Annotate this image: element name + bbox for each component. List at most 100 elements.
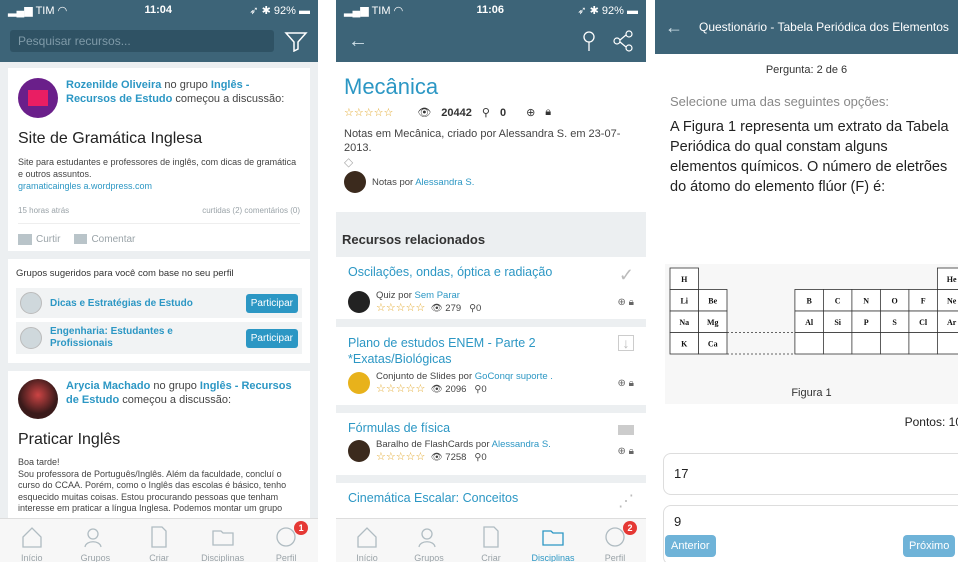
discussion-card[interactable]: Rozenilde Oliveira no grupo Inglês - Rec… bbox=[8, 68, 310, 252]
tab-criar[interactable]: Criar bbox=[131, 525, 187, 562]
tab-disciplinas[interactable]: Disciplinas bbox=[195, 525, 251, 562]
element-symbol: F bbox=[921, 296, 926, 305]
element-symbol: S bbox=[892, 318, 897, 327]
clock-label: 11:06 bbox=[476, 4, 505, 16]
resource-description: Notas em Mecânica, criado por Alessandra… bbox=[344, 128, 621, 154]
element-cell bbox=[851, 332, 881, 355]
avatar[interactable] bbox=[344, 171, 366, 193]
related-item[interactable]: Fórmulas de física Baralho de FlashCards… bbox=[336, 413, 646, 475]
post-meta-suffix: começou a discussão: bbox=[119, 394, 232, 407]
share-icon[interactable] bbox=[612, 30, 634, 52]
element-symbol: Al bbox=[805, 318, 814, 327]
comment-icon bbox=[74, 234, 88, 245]
element-symbol: B bbox=[806, 296, 812, 305]
related-title: Recursos relacionados bbox=[342, 232, 486, 247]
join-button[interactable]: Participar bbox=[245, 293, 298, 313]
related-item[interactable]: Cinemática Escalar: Conceitos ⋰ bbox=[336, 483, 646, 523]
related-title-link[interactable]: Plano de estudos ENEM - Parte 2 *Exatas/… bbox=[348, 335, 578, 367]
eye-icon: 👁 bbox=[417, 107, 432, 119]
element-symbol: N bbox=[863, 296, 869, 305]
tab-perfil[interactable]: Perfil 2 bbox=[587, 521, 643, 562]
tab-inicio[interactable]: Início bbox=[4, 525, 60, 562]
status-bar: ▂▄▆ TIM ◠ 11:06 ➶ ✱ 92% ▬ bbox=[336, 0, 646, 20]
post-link[interactable]: gramaticaingles a.wordpress.com bbox=[18, 180, 300, 192]
related-title-link[interactable]: Cinemática Escalar: Conceitos bbox=[348, 491, 518, 511]
globe-lock-icon: ⊕ 🔒︎ bbox=[617, 445, 634, 457]
tag-icon[interactable]: ◇ bbox=[344, 155, 638, 169]
notification-badge: 2 bbox=[623, 521, 637, 535]
tab-grupos[interactable]: Grupos bbox=[67, 525, 123, 562]
search-input[interactable]: Pesquisar recursos... bbox=[10, 30, 274, 52]
views-count: 2096 bbox=[445, 384, 467, 395]
rating-stars[interactable]: ☆☆☆☆☆ bbox=[344, 106, 393, 119]
rating-stars: ☆☆☆☆☆ bbox=[376, 302, 426, 314]
question-counter: Pergunta: 2 de 6 bbox=[765, 64, 848, 76]
status-bar: ▂▄▆ TIM ◠ 11:04 ➶ ✱ 92% ▬ bbox=[0, 0, 318, 20]
post-time: 15 horas atrás bbox=[18, 206, 70, 215]
previous-button[interactable]: Anterior bbox=[665, 535, 716, 557]
pin-icon[interactable] bbox=[580, 30, 598, 52]
post-author[interactable]: Arycia Machado bbox=[66, 380, 150, 392]
screen-quiz: ← Questionário - Tabela Periódica dos El… bbox=[655, 0, 958, 562]
avatar[interactable] bbox=[348, 440, 370, 462]
check-icon: ✓ bbox=[618, 265, 634, 285]
next-button[interactable]: Próximo bbox=[903, 535, 956, 557]
related-title-link[interactable]: Oscilações, ondas, óptica e radiação bbox=[348, 265, 552, 286]
suggested-groups-card: Grupos sugeridos para você com base no s… bbox=[8, 259, 310, 364]
folder-icon bbox=[211, 530, 234, 546]
group-avatar-icon bbox=[20, 327, 42, 350]
author-link[interactable]: Alessandra S. bbox=[415, 177, 474, 188]
tab-disciplinas[interactable]: Disciplinas bbox=[525, 525, 581, 562]
related-item[interactable]: Oscilações, ondas, óptica e radiação ✓ Qu… bbox=[336, 257, 646, 319]
tab-inicio[interactable]: Início bbox=[339, 525, 395, 562]
group-avatar-icon bbox=[20, 292, 42, 315]
element-symbol: Ca bbox=[708, 339, 718, 348]
author-link[interactable]: GoConqr suporte . bbox=[475, 371, 553, 382]
thumbs-up-icon bbox=[18, 234, 32, 245]
tab-grupos[interactable]: Grupos bbox=[401, 525, 457, 562]
back-arrow-icon[interactable]: ← bbox=[665, 17, 683, 38]
globe-icon: ⊕ bbox=[526, 107, 536, 119]
like-button[interactable]: Curtir bbox=[18, 234, 60, 245]
related-title-link[interactable]: Fórmulas de física bbox=[348, 421, 450, 435]
element-grid: H He Li Be B C N O F Ne Na Mg Al Si P S Cl Ar K Ca bbox=[669, 267, 958, 355]
tab-criar[interactable]: Criar bbox=[463, 525, 519, 562]
tab-perfil[interactable]: Perfil 1 bbox=[258, 521, 314, 562]
rating-stars: ☆☆☆☆☆ bbox=[376, 451, 426, 463]
back-arrow-icon[interactable]: ← bbox=[348, 30, 368, 53]
related-item[interactable]: Plano de estudos ENEM - Parte 2 *Exatas/… bbox=[336, 327, 646, 405]
question-text: A Figura 1 representa um extrato da Tabe… bbox=[670, 119, 949, 195]
screen-feed: ▂▄▆ TIM ◠ 11:04 ➶ ✱ 92% ▬ Pesquisar recu… bbox=[0, 0, 318, 562]
element-cell bbox=[908, 332, 938, 355]
group-name[interactable]: Engenharia: Estudantes e Profissionais bbox=[50, 326, 238, 350]
quiz-title: Questionário - Tabela Periódica dos Elem… bbox=[699, 20, 949, 34]
avatar[interactable] bbox=[18, 379, 58, 420]
carrier-label: ▂▄▆ TIM ◠ bbox=[344, 4, 404, 17]
filter-icon[interactable] bbox=[284, 30, 308, 52]
create-icon bbox=[483, 526, 499, 548]
group-name[interactable]: Dicas e Estratégias de Estudo bbox=[50, 298, 238, 309]
post-stats[interactable]: curtidas (2) comentários (0) bbox=[202, 206, 300, 215]
avatar[interactable] bbox=[348, 291, 370, 313]
views-count: 279 bbox=[445, 303, 462, 314]
element-symbol: H bbox=[681, 275, 688, 284]
author-link[interactable]: Sem Parar bbox=[415, 290, 460, 301]
views-count: 20442 bbox=[441, 106, 472, 119]
post-title[interactable]: Site de Gramática Inglesa bbox=[18, 130, 300, 148]
group-row[interactable]: Engenharia: Estudantes e Profissionais P… bbox=[16, 322, 302, 355]
avatar[interactable] bbox=[348, 372, 370, 394]
views-count: 7258 bbox=[445, 452, 467, 463]
element-symbol: Be bbox=[708, 296, 717, 305]
author-link[interactable]: Alessandra S. bbox=[492, 439, 551, 450]
post-meta: no grupo bbox=[161, 79, 211, 91]
group-row[interactable]: Dicas e Estratégias de Estudo Participar bbox=[16, 288, 302, 319]
comment-button[interactable]: Comentar bbox=[74, 234, 135, 245]
notification-badge: 1 bbox=[294, 521, 309, 535]
element-symbol: Li bbox=[680, 296, 688, 305]
avatar[interactable] bbox=[18, 78, 58, 118]
pins-count: 0 bbox=[481, 384, 487, 395]
answer-option[interactable]: 17 bbox=[663, 453, 958, 495]
join-button[interactable]: Participar bbox=[245, 328, 298, 348]
post-author[interactable]: Rozenilde Oliveira bbox=[66, 79, 161, 91]
post-title[interactable]: Praticar Inglês bbox=[18, 431, 300, 449]
